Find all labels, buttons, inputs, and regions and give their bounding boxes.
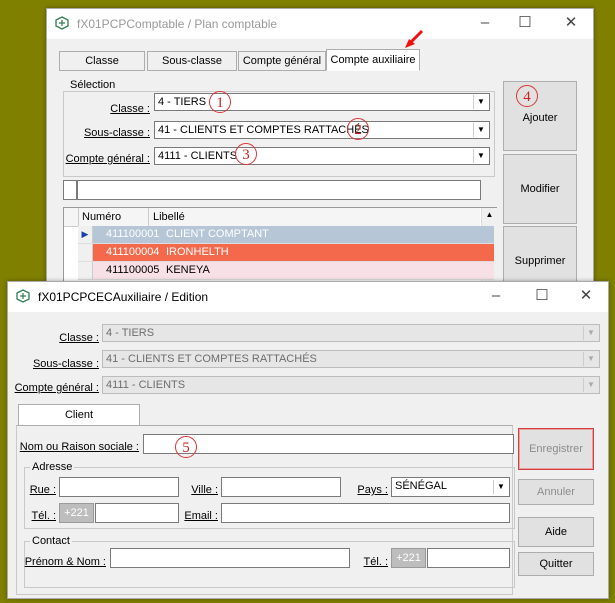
chevron-down-icon[interactable]: ▼ — [583, 326, 598, 340]
annotation-1: 1 — [209, 91, 231, 113]
tab-compte-general[interactable]: Compte général — [238, 51, 326, 71]
adresse-title: Adresse — [30, 461, 75, 473]
cell-numero: 411100005 — [106, 264, 160, 276]
classe-label: Classe : — [59, 332, 99, 344]
annuler-button[interactable]: Annuler — [518, 479, 594, 505]
sous-classe-select[interactable]: 41 - CLIENTS ET COMPTES RATTACHÉS ▼ — [102, 350, 600, 368]
app-icon — [16, 289, 30, 303]
nom-label: Nom ou Raison sociale : — [19, 441, 139, 453]
pays-label: Pays : — [357, 484, 388, 496]
minimize-icon[interactable]: – — [486, 286, 506, 306]
close-icon[interactable]: ✕ — [561, 13, 581, 33]
chevron-down-icon[interactable]: ▼ — [473, 123, 488, 137]
tel-input[interactable] — [95, 503, 179, 523]
prenom-label: Prénom & Nom : — [24, 556, 106, 568]
close-icon[interactable]: ✕ — [576, 286, 596, 306]
quitter-button[interactable]: Quitter — [518, 552, 594, 576]
tab-sous-classe[interactable]: Sous-classe — [147, 51, 237, 71]
row-selector — [78, 262, 93, 279]
app-icon — [55, 16, 69, 30]
contact-title: Contact — [30, 535, 72, 547]
chevron-down-icon[interactable]: ▼ — [583, 378, 598, 392]
cell-libelle: CLIENT COMPTANT — [166, 228, 269, 240]
filter-input[interactable] — [63, 180, 77, 200]
maximize-icon[interactable]: ☐ — [532, 286, 552, 306]
cell-libelle: IRONHELTH — [166, 246, 229, 258]
sous-classe-select[interactable]: 41 - CLIENTS ET COMPTES RATTACHÉS ▼ — [154, 121, 490, 139]
enregistrer-button[interactable]: Enregistrer — [518, 428, 594, 470]
row-selector — [78, 244, 93, 261]
sous-classe-label: Sous-classe : — [32, 358, 99, 370]
red-arrow-icon — [405, 29, 424, 48]
table-row[interactable]: ▶ 411100001 CLIENT COMPTANT — [78, 226, 494, 244]
classe-select[interactable]: 4 - TIERS ▼ — [154, 93, 490, 111]
auxiliaire-edition-window: fX01PCPCECAuxiliaire / Edition – ☐ ✕ Cla… — [7, 281, 609, 599]
rue-label: Rue : — [29, 484, 56, 496]
classe-label: Classe : — [110, 103, 150, 115]
email-label: Email : — [184, 510, 218, 522]
pays-select[interactable]: SÉNÉGAL ▼ — [391, 477, 510, 497]
row-current-arrow-icon: ▶ — [78, 226, 93, 243]
rue-input[interactable] — [59, 477, 179, 497]
compte-general-select[interactable]: 4111 - CLIENTS ▼ — [102, 376, 600, 394]
cell-libelle: KENEYA — [166, 264, 210, 276]
minimize-icon[interactable]: – — [475, 13, 495, 33]
contact-tel-label: Tél. : — [363, 556, 388, 568]
cell-numero: 411100001 — [106, 228, 160, 240]
row-selector-header — [64, 208, 79, 226]
chevron-down-icon[interactable]: ▼ — [583, 352, 598, 366]
classe-select[interactable]: 4 - TIERS ▼ — [102, 324, 600, 342]
tel-prefix: +221 — [59, 503, 94, 523]
aide-button[interactable]: Aide — [518, 517, 594, 547]
modifier-button[interactable]: Modifier — [503, 154, 577, 224]
contact-tel-prefix: +221 — [391, 548, 426, 568]
compte-general-select[interactable]: 4111 - CLIENTS ▼ — [154, 147, 490, 165]
tab-compte-auxiliaire[interactable]: Compte auxiliaire — [326, 49, 420, 71]
title-bar: fX01PCPComptable / Plan comptable – ☐ ✕ — [47, 9, 593, 39]
annotation-2: 2 — [347, 118, 369, 140]
annotation-4: 4 — [516, 85, 538, 107]
ville-input[interactable] — [221, 477, 341, 497]
prenom-input[interactable] — [110, 548, 350, 568]
window-title: fX01PCPComptable / Plan comptable — [77, 17, 278, 31]
column-divider — [148, 208, 149, 226]
tab-client[interactable]: Client — [18, 404, 140, 426]
scroll-up-icon[interactable]: ▲ — [482, 210, 497, 219]
table-header: Numéro Libellé — [64, 208, 480, 227]
chevron-down-icon[interactable]: ▼ — [473, 95, 488, 109]
ajouter-button[interactable]: Ajouter — [503, 81, 577, 151]
ville-label: Ville : — [191, 484, 218, 496]
table-row[interactable]: 411100005 KENEYA — [78, 262, 494, 280]
contact-tel-input[interactable] — [427, 548, 510, 568]
search-input[interactable] — [77, 180, 481, 200]
annotation-5: 5 — [175, 436, 197, 458]
chevron-down-icon[interactable]: ▼ — [473, 149, 488, 163]
plan-comptable-window: fX01PCPComptable / Plan comptable – ☐ ✕ … — [46, 8, 594, 310]
chevron-down-icon[interactable]: ▼ — [493, 480, 508, 494]
tab-classe[interactable]: Classe — [59, 51, 145, 71]
title-bar: fX01PCPCECAuxiliaire / Edition – ☐ ✕ — [8, 282, 608, 312]
annotation-3: 3 — [235, 143, 257, 165]
email-input[interactable] — [221, 503, 510, 523]
header-libelle[interactable]: Libellé — [153, 211, 185, 223]
header-numero[interactable]: Numéro — [82, 211, 121, 223]
compte-general-label: Compte général : — [14, 382, 99, 394]
nom-input[interactable] — [143, 434, 514, 454]
window-title: fX01PCPCECAuxiliaire / Edition — [38, 290, 209, 304]
compte-general-label: Compte général : — [65, 153, 150, 165]
sous-classe-label: Sous-classe : — [83, 127, 150, 139]
table-row[interactable]: 411100004 IRONHELTH — [78, 244, 494, 262]
cell-numero: 411100004 — [106, 246, 160, 258]
selection-title: Sélection — [68, 79, 118, 91]
tel-label: Tél. : — [31, 510, 56, 522]
maximize-icon[interactable]: ☐ — [515, 13, 535, 33]
